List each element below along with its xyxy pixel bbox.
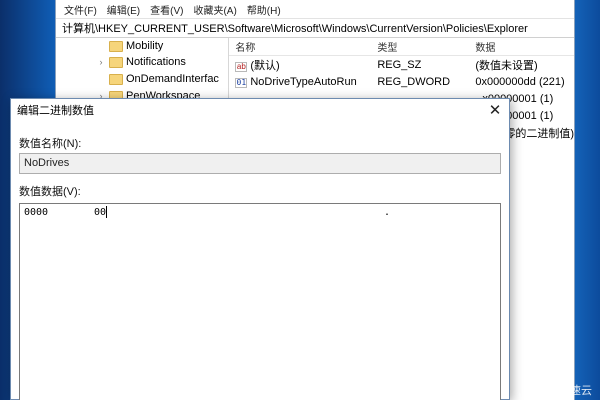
folder-icon	[109, 73, 123, 85]
binary-value-icon: 01	[235, 77, 248, 88]
watermark: 亿速云	[544, 382, 592, 398]
values-header: 名称 类型 数据	[229, 38, 574, 56]
value-row[interactable]: ab (默认) REG_SZ (数值未设置)	[229, 56, 574, 73]
edit-binary-dialog: 编辑二进制数值 ✕ 数值名称(N): NoDrives 数值数据(V): 000…	[10, 98, 510, 400]
menu-favorites[interactable]: 收藏夹(A)	[193, 2, 236, 17]
string-value-icon: ab	[235, 61, 248, 72]
hex-offset: 0000	[24, 207, 49, 218]
value-type: REG_DWORD	[377, 75, 451, 88]
column-header-name[interactable]: 名称	[229, 39, 377, 54]
value-data: (数值未设置)	[475, 59, 538, 72]
value-data: 0x000000dd (221)	[475, 75, 565, 88]
hex-line: 0000 00	[24, 206, 108, 218]
value-name-label: 数值名称(N):	[19, 138, 82, 150]
text-caret	[106, 206, 108, 218]
value-type: REG_SZ	[377, 58, 422, 71]
menu-bar: 文件(F) 编辑(E) 查看(V) 收藏夹(A) 帮助(H)	[56, 0, 574, 18]
column-header-type[interactable]: 类型	[377, 39, 475, 54]
hex-byte[interactable]: 00	[94, 207, 106, 218]
binary-data-editor[interactable]: 0000 00 .	[19, 203, 501, 400]
tree-item-mobility[interactable]: Mobility	[96, 38, 163, 54]
menu-view[interactable]: 查看(V)	[150, 2, 183, 17]
value-row[interactable]: 01 NoDriveTypeAutoRun REG_DWORD 0x000000d…	[229, 73, 574, 90]
paw-logo-icon	[544, 384, 556, 396]
close-icon[interactable]: ✕	[481, 99, 509, 121]
folder-icon	[109, 56, 123, 68]
tree-item-label: OnDemandInterfac	[126, 73, 219, 85]
address-path: 计算机\HKEY_CURRENT_USER\Software\Microsoft…	[62, 23, 528, 35]
column-header-data[interactable]: 数据	[475, 39, 574, 54]
value-data-label: 数值数据(V):	[19, 186, 81, 198]
tree-item-ondemandinterface[interactable]: OnDemandInterfac	[96, 71, 219, 87]
tree-item-label: Mobility	[126, 40, 164, 52]
ascii-column: .	[384, 207, 391, 218]
menu-edit[interactable]: 编辑(E)	[107, 2, 140, 17]
dialog-titlebar[interactable]: 编辑二进制数值 ✕	[11, 99, 509, 121]
menu-help[interactable]: 帮助(H)	[247, 2, 281, 17]
value-name: (默认)	[250, 59, 280, 72]
address-bar[interactable]: 计算机\HKEY_CURRENT_USER\Software\Microsoft…	[56, 18, 574, 38]
tree-item-notifications[interactable]: › Notifications	[96, 54, 186, 70]
expand-arrow-icon[interactable]: ›	[96, 57, 106, 67]
value-name: NoDriveTypeAutoRun	[250, 75, 357, 88]
folder-icon	[109, 40, 123, 52]
menu-file[interactable]: 文件(F)	[64, 2, 97, 17]
tree-item-label: Notifications	[126, 56, 186, 68]
value-name-field: NoDrives	[19, 153, 501, 174]
dialog-title: 编辑二进制数值	[17, 105, 94, 117]
watermark-text: 亿速云	[559, 385, 592, 397]
